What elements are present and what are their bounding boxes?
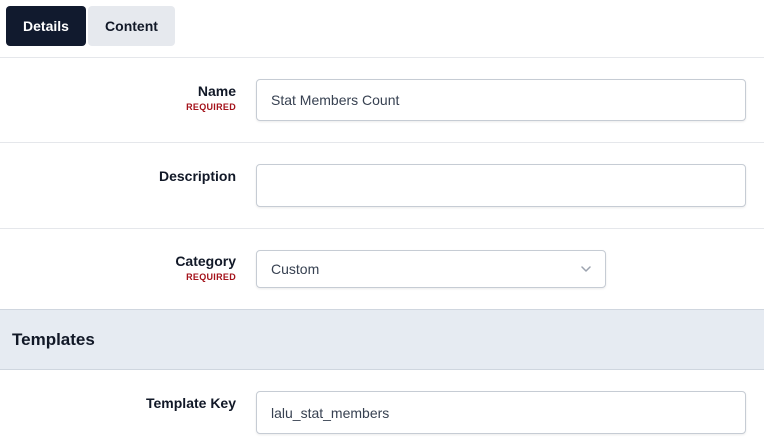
chevron-down-icon	[581, 266, 591, 272]
category-label-group: Category REQUIRED	[175, 252, 236, 284]
template-key-label-group: Template Key	[146, 394, 236, 412]
template-key-row: Template Key lalu_stat_members	[0, 370, 764, 442]
description-input[interactable]	[256, 164, 746, 207]
description-label: Description	[158, 168, 236, 184]
name-label-group: Name REQUIRED	[186, 82, 236, 114]
template-key-label: Template Key	[146, 395, 236, 411]
name-required-badge: REQUIRED	[186, 102, 236, 112]
name-input-value: Stat Members Count	[271, 92, 400, 108]
name-input[interactable]: Stat Members Count	[256, 79, 746, 121]
description-row: Description	[0, 143, 764, 229]
description-label-group: Description	[159, 167, 236, 185]
name-label: Name	[197, 83, 236, 99]
templates-heading: Templates	[12, 329, 95, 349]
name-row: Name REQUIRED Stat Members Count	[0, 58, 764, 143]
template-key-input-value: lalu_stat_members	[271, 404, 390, 421]
tab-content[interactable]: Content	[88, 6, 175, 46]
category-required-badge: REQUIRED	[186, 272, 236, 282]
template-key-input[interactable]: lalu_stat_members	[256, 391, 746, 434]
category-label: Category	[175, 253, 236, 269]
category-select-value: Custom	[271, 261, 320, 277]
tab-details[interactable]: Details	[6, 6, 86, 46]
tab-bar: Details Content	[0, 0, 764, 58]
category-row: Category REQUIRED Custom	[0, 229, 764, 310]
templates-section-header: Templates	[0, 310, 764, 370]
category-select[interactable]: Custom	[256, 250, 606, 288]
